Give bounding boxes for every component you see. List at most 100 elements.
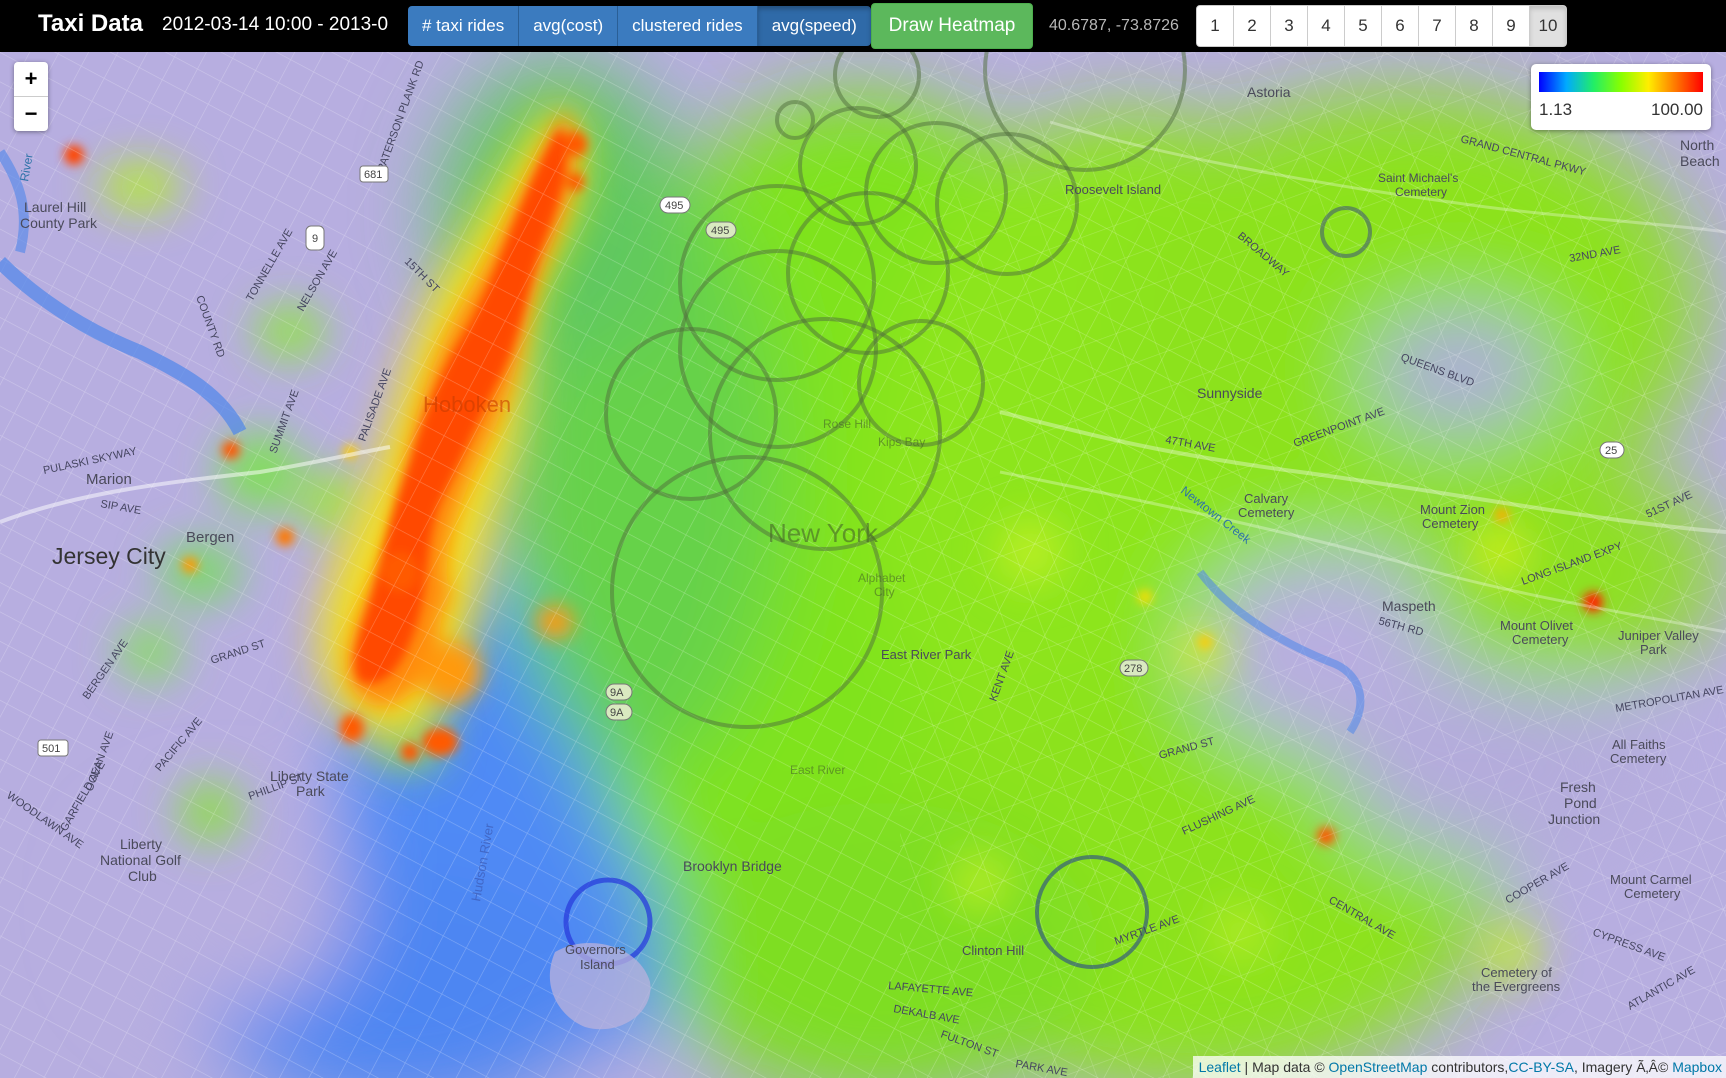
label-astoria: Astoria — [1247, 84, 1291, 100]
attribution-contributors: contributors, — [1431, 1059, 1509, 1075]
svg-text:681: 681 — [364, 169, 382, 181]
svg-text:9A: 9A — [610, 687, 624, 699]
route-shield: 25 — [1599, 441, 1625, 459]
page-button-8[interactable]: 8 — [1456, 6, 1493, 46]
label-mount-olivet-cemetery: Cemetery — [1512, 632, 1569, 647]
label-park: Park — [296, 783, 326, 799]
label-rose-hill: Rose Hill — [823, 417, 871, 431]
page-button-4[interactable]: 4 — [1308, 6, 1345, 46]
page-button-1[interactable]: 1 — [1197, 6, 1234, 46]
attribution-imagery: , Imagery Ã‚Â© — [1573, 1059, 1669, 1075]
label-club: Club — [128, 868, 157, 884]
avg-cost-button[interactable]: avg(cost) — [519, 6, 619, 46]
page-button-3[interactable]: 3 — [1271, 6, 1308, 46]
route-shield: 9A — [605, 703, 633, 721]
label-calvary: Calvary — [1244, 491, 1289, 506]
page-button-10[interactable]: 10 — [1530, 6, 1566, 46]
heatmap-map[interactable]: Hoboken Jersey City New York Marion Berg… — [0, 52, 1726, 1078]
label-sunnyside: Sunnyside — [1197, 385, 1263, 401]
label-fresh: Fresh — [1560, 779, 1596, 795]
zoom-control: + − — [14, 62, 48, 131]
openstreetmap-link[interactable]: OpenStreetMap — [1329, 1059, 1428, 1075]
label-hoboken: Hoboken — [423, 392, 511, 417]
label-north: North — [1680, 137, 1714, 153]
clustered-rides-button[interactable]: clustered rides — [618, 6, 758, 46]
label-all-faiths-cemetery: Cemetery — [1610, 751, 1667, 766]
draw-heatmap-button[interactable]: Draw Heatmap — [871, 3, 1033, 49]
route-shield: 681 — [359, 165, 389, 183]
label-mount-carmel: Mount Carmel — [1610, 872, 1692, 887]
page-selector: 1 2 3 4 5 6 7 8 9 10 — [1196, 5, 1567, 47]
route-shield: 278 — [1119, 659, 1149, 677]
label-saint-michaels-cemetery: Cemetery — [1395, 185, 1447, 199]
label-cemetery-of: Cemetery of — [1481, 965, 1552, 980]
label-island: Island — [580, 957, 615, 972]
route-shield: 501 — [37, 739, 69, 757]
brand-title[interactable]: Taxi Data — [38, 10, 143, 38]
mapbox-link[interactable]: Mapbox — [1672, 1059, 1722, 1075]
label-national-golf: National Golf — [100, 852, 181, 868]
leaflet-link[interactable]: Leaflet — [1199, 1059, 1241, 1075]
label-bergen: Bergen — [186, 529, 234, 546]
legend-gradient-bar — [1539, 72, 1703, 92]
label-juniper-valley: Juniper Valley — [1618, 628, 1699, 643]
label-city: City — [874, 585, 895, 599]
label-mount-olivet: Mount Olivet — [1500, 618, 1573, 633]
color-legend: 1.13 100.00 — [1531, 64, 1711, 130]
label-jersey-city: Jersey City — [52, 543, 166, 569]
svg-text:495: 495 — [665, 200, 683, 212]
metric-button-group: # taxi rides avg(cost) clustered rides a… — [408, 6, 871, 46]
svg-text:495: 495 — [711, 225, 729, 237]
legend-min-value: 1.13 — [1539, 100, 1573, 119]
label-saint-michaels: Saint Michael's — [1378, 171, 1458, 185]
route-shield: 495 — [705, 221, 737, 239]
route-shield: 495 — [659, 196, 691, 214]
taxi-rides-button[interactable]: # taxi rides — [408, 6, 520, 46]
label-all-faiths: All Faiths — [1612, 737, 1666, 752]
svg-text:25: 25 — [1605, 445, 1617, 457]
page-button-7[interactable]: 7 — [1419, 6, 1456, 46]
label-pond: Pond — [1564, 795, 1597, 811]
label-alphabet: Alphabet — [858, 571, 906, 585]
top-navbar: Taxi Data 2012-03-14 10:00 - 2013-0 # ta… — [0, 0, 1726, 52]
label-maspeth: Maspeth — [1382, 598, 1436, 614]
label-east-river: East River — [790, 763, 845, 777]
label-beach: Beach — [1680, 153, 1720, 169]
label-county-park: County Park — [20, 215, 98, 231]
label-mount-zion: Mount Zion — [1420, 502, 1485, 517]
svg-text:9A: 9A — [610, 707, 624, 719]
page-button-9[interactable]: 9 — [1493, 6, 1530, 46]
page-button-2[interactable]: 2 — [1234, 6, 1271, 46]
map-canvas[interactable]: Hoboken Jersey City New York Marion Berg… — [0, 52, 1726, 1078]
label-east-river-park: East River Park — [881, 647, 972, 662]
page-button-5[interactable]: 5 — [1345, 6, 1382, 46]
label-clinton-hill: Clinton Hill — [962, 943, 1024, 958]
svg-text:278: 278 — [1124, 663, 1142, 675]
label-brooklyn-bridge: Brooklyn Bridge — [683, 858, 782, 874]
attribution-map-data: | Map data © — [1244, 1059, 1325, 1075]
label-marion: Marion — [86, 471, 132, 488]
label-liberty: Liberty — [120, 836, 162, 852]
label-the-evergreens: the Evergreens — [1472, 979, 1561, 994]
cursor-coordinates: 40.6787, -73.8726 — [1049, 17, 1179, 34]
map-attribution: Leaflet | Map data © OpenStreetMap contr… — [1192, 1056, 1726, 1078]
route-shield: 9A — [605, 683, 633, 701]
route-shield: 9 — [305, 225, 325, 251]
label-governors: Governors — [565, 942, 626, 957]
svg-text:9: 9 — [312, 233, 318, 245]
zoom-out-button[interactable]: − — [14, 97, 48, 131]
zoom-in-button[interactable]: + — [14, 62, 48, 97]
label-mount-carmel-cemetery: Cemetery — [1624, 886, 1681, 901]
cc-by-sa-link[interactable]: CC-BY-SA — [1508, 1059, 1574, 1075]
label-kips-bay: Kips Bay — [878, 435, 925, 449]
label-roosevelt-island: Roosevelt Island — [1065, 182, 1161, 197]
avg-speed-button[interactable]: avg(speed) — [757, 6, 871, 46]
date-range-input[interactable]: 2012-03-14 10:00 - 2013-0 — [162, 14, 392, 36]
page-button-6[interactable]: 6 — [1382, 6, 1419, 46]
label-laurel-hill: Laurel Hill — [24, 199, 86, 215]
label-juniper-park: Park — [1640, 642, 1667, 657]
legend-max-value: 100.00 — [1651, 100, 1703, 119]
label-mount-zion-cemetery: Cemetery — [1422, 516, 1479, 531]
label-calvary-cemetery: Cemetery — [1238, 505, 1295, 520]
label-junction: Junction — [1548, 811, 1600, 827]
